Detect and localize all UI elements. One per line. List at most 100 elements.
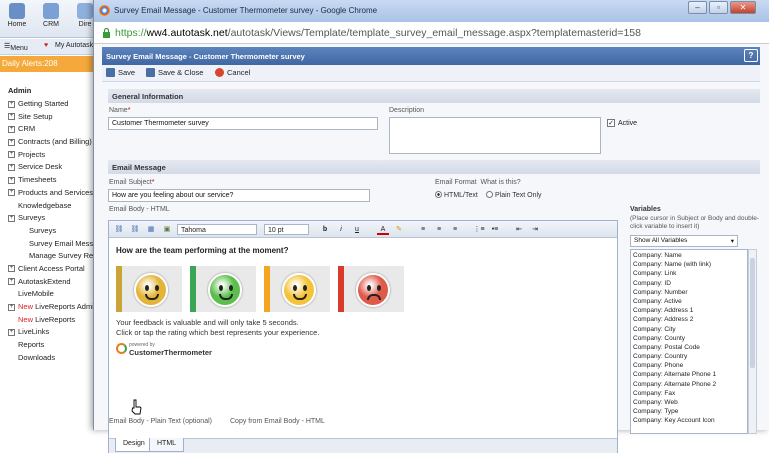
expand-icon[interactable]: + bbox=[8, 328, 15, 336]
link-icon[interactable]: ⛓ bbox=[113, 224, 125, 235]
variable-item[interactable]: Company: Fax bbox=[633, 389, 745, 398]
cancel-button[interactable]: Cancel bbox=[215, 68, 250, 77]
numbered-list-icon[interactable]: ⋮≡ bbox=[473, 224, 485, 235]
left-nav-item[interactable]: Survey Email Message bbox=[0, 238, 100, 251]
help-button[interactable]: ? bbox=[744, 49, 758, 62]
save-close-button[interactable]: Save & Close bbox=[146, 68, 203, 77]
font-size-select[interactable]: 10 pt bbox=[264, 224, 309, 235]
left-nav-item[interactable]: + Products and Services bbox=[0, 187, 100, 200]
close-window-button[interactable]: ✕ bbox=[730, 1, 756, 14]
bulleted-list-icon[interactable]: •≡ bbox=[489, 224, 501, 235]
variable-item[interactable]: Company: Link bbox=[633, 269, 745, 278]
expand-icon[interactable]: + bbox=[8, 163, 15, 171]
address-bar[interactable]: https://ww4.autotask.net/autotask/Views/… bbox=[94, 22, 769, 44]
expand-icon[interactable]: + bbox=[8, 100, 15, 108]
left-nav-item[interactable]: Downloads bbox=[0, 352, 100, 365]
my-autotask-link[interactable]: My Autotask bbox=[55, 42, 93, 49]
expand-icon[interactable]: + bbox=[8, 303, 15, 311]
what-is-this-link[interactable]: What is this? bbox=[481, 179, 521, 186]
format-plain-radio[interactable]: Plain Text Only bbox=[486, 191, 542, 199]
active-checkbox[interactable]: ✓ bbox=[607, 119, 615, 127]
expand-icon[interactable]: + bbox=[8, 214, 15, 222]
expand-icon[interactable]: + bbox=[8, 176, 15, 184]
variable-item[interactable]: Company: Address 1 bbox=[633, 306, 745, 315]
email-subject-input[interactable]: How are you feeling about our service? bbox=[108, 189, 370, 202]
left-nav-item[interactable]: New LiveReports bbox=[0, 314, 100, 327]
align-left-icon[interactable]: ≡ bbox=[417, 224, 429, 235]
left-nav-item[interactable]: Knowledgebase bbox=[0, 200, 100, 213]
variables-list[interactable]: Company: Name Company: Name (with link) Co… bbox=[630, 249, 748, 434]
variable-item[interactable]: Company: City bbox=[633, 325, 745, 334]
name-input[interactable]: Customer Thermometer survey bbox=[108, 117, 378, 130]
copy-from-html-link[interactable]: Copy from Email Body - HTML bbox=[230, 418, 325, 425]
scrollbar-thumb[interactable] bbox=[750, 258, 755, 368]
italic-button[interactable]: i bbox=[335, 224, 347, 235]
left-nav-item[interactable]: + New LiveReports Admini bbox=[0, 301, 100, 314]
nav-home[interactable]: Home bbox=[0, 3, 34, 28]
expand-icon[interactable]: + bbox=[8, 138, 15, 146]
left-nav-item[interactable]: Surveys bbox=[0, 225, 100, 238]
gold-face-icon[interactable] bbox=[116, 266, 188, 312]
left-nav-item[interactable]: + Site Setup bbox=[0, 111, 100, 124]
editor-body[interactable]: How are the team performing at the momen… bbox=[109, 238, 617, 438]
unlink-icon[interactable]: ⛓ bbox=[129, 224, 141, 235]
expand-icon[interactable]: + bbox=[8, 113, 15, 121]
left-nav-item[interactable]: + Contracts (and Billing) bbox=[0, 136, 100, 149]
expand-icon[interactable]: + bbox=[8, 125, 15, 133]
left-nav-item[interactable]: Reports bbox=[0, 339, 100, 352]
variable-item[interactable]: Company: Web bbox=[633, 398, 745, 407]
variable-item[interactable]: Company: Name bbox=[633, 251, 745, 260]
indent-icon[interactable]: ⇥ bbox=[529, 224, 541, 235]
font-color-button[interactable]: A bbox=[377, 224, 389, 235]
bold-button[interactable]: b bbox=[319, 224, 331, 235]
left-nav-item[interactable]: + Client Access Portal bbox=[0, 263, 100, 276]
align-right-icon[interactable]: ≡ bbox=[449, 224, 461, 235]
variable-item[interactable]: Company: Address 2 bbox=[633, 315, 745, 324]
left-nav-item[interactable]: + LiveLinks bbox=[0, 326, 100, 339]
nav-crm[interactable]: CRM bbox=[34, 3, 68, 28]
image-icon[interactable]: ▣ bbox=[161, 224, 173, 235]
expand-icon[interactable]: + bbox=[8, 189, 15, 197]
left-nav-item[interactable]: + Projects bbox=[0, 149, 100, 162]
left-nav-item[interactable]: + Timesheets bbox=[0, 174, 100, 187]
highlight-icon[interactable]: ✎ bbox=[393, 224, 405, 235]
format-html-radio[interactable]: HTML/Text bbox=[435, 191, 478, 199]
variable-item[interactable]: Company: Postal Code bbox=[633, 343, 745, 352]
left-nav-item[interactable]: Manage Survey Resp bbox=[0, 250, 100, 263]
variable-item[interactable]: Company: ID bbox=[633, 279, 745, 288]
save-button[interactable]: Save bbox=[106, 68, 135, 77]
variable-item[interactable]: Company: Alternate Phone 2 bbox=[633, 380, 745, 389]
variables-scrollbar[interactable] bbox=[748, 249, 757, 434]
left-nav-item[interactable]: + Getting Started bbox=[0, 98, 100, 111]
variable-item[interactable]: Company: Country bbox=[633, 352, 745, 361]
variable-item[interactable]: Company: Number bbox=[633, 288, 745, 297]
font-select[interactable]: Tahoma bbox=[177, 224, 257, 235]
variable-item[interactable]: Company: Phone bbox=[633, 361, 745, 370]
red-face-icon[interactable] bbox=[338, 266, 410, 312]
left-nav-item[interactable]: LiveMobile bbox=[0, 288, 100, 301]
align-center-icon[interactable]: ≡ bbox=[433, 224, 445, 235]
left-nav-item[interactable]: + Service Desk bbox=[0, 161, 100, 174]
maximize-button[interactable]: ▫ bbox=[709, 1, 728, 14]
description-textarea[interactable] bbox=[389, 117, 601, 154]
expand-icon[interactable]: + bbox=[8, 151, 15, 159]
left-nav-item[interactable]: + Surveys bbox=[0, 212, 100, 225]
green-face-icon[interactable] bbox=[190, 266, 262, 312]
variable-item[interactable]: Company: Name (with link) bbox=[633, 260, 745, 269]
tab-design[interactable]: Design bbox=[115, 438, 153, 452]
outdent-icon[interactable]: ⇤ bbox=[513, 224, 525, 235]
daily-alerts[interactable]: Daily Alerts:208 bbox=[0, 56, 100, 72]
variable-item[interactable]: Company: County bbox=[633, 334, 745, 343]
tab-html[interactable]: HTML bbox=[149, 438, 185, 452]
expand-icon[interactable]: + bbox=[8, 278, 15, 286]
variable-item[interactable]: Company: Active bbox=[633, 297, 745, 306]
variable-item[interactable]: Company: Type bbox=[633, 407, 745, 416]
table-icon[interactable]: ▦ bbox=[145, 224, 157, 235]
minimize-button[interactable]: – bbox=[688, 1, 707, 14]
variables-filter-select[interactable]: Show All Variables ▾ bbox=[630, 235, 738, 247]
variable-item[interactable]: Company: Alternate Phone 1 bbox=[633, 370, 745, 379]
yellow-face-icon[interactable] bbox=[264, 266, 336, 312]
expand-icon[interactable]: + bbox=[8, 265, 15, 273]
left-nav-item[interactable]: + CRM bbox=[0, 123, 100, 136]
underline-button[interactable]: u bbox=[351, 224, 363, 235]
